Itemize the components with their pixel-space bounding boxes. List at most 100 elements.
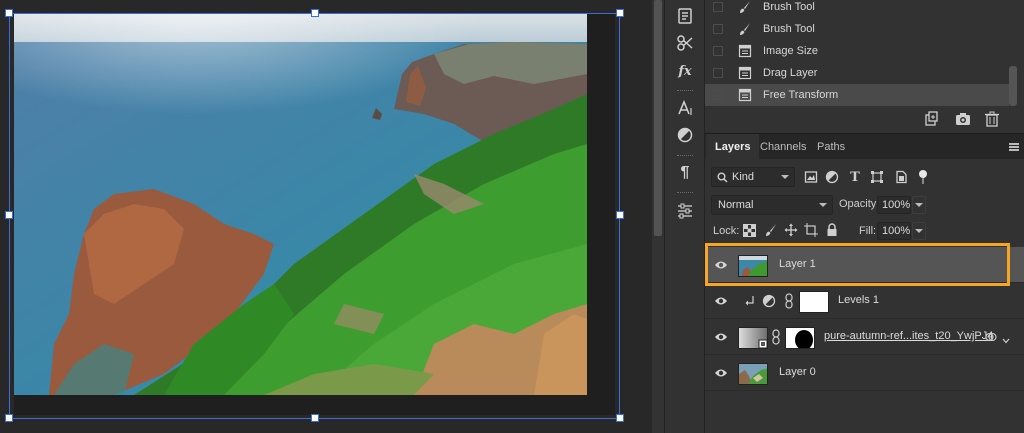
- layer-row-layer-1[interactable]: Layer 1: [705, 247, 1024, 283]
- history-snapshot-checkbox[interactable]: [713, 90, 723, 100]
- transform-handle-top-right[interactable]: [616, 9, 624, 17]
- document-canvas[interactable]: [0, 0, 652, 433]
- pixel-layer-filter-icon[interactable]: [803, 169, 819, 185]
- history-item-label: Drag Layer: [763, 67, 818, 79]
- fill-dropdown[interactable]: [912, 222, 926, 240]
- document-icon: [737, 87, 753, 103]
- landscape-photo[interactable]: [14, 14, 587, 395]
- smart-filter-icon[interactable]: [985, 331, 997, 343]
- history-item-label: Brush Tool: [763, 1, 815, 13]
- layer-mask-thumbnail[interactable]: [799, 291, 829, 313]
- layer-row-layer-0[interactable]: Layer 0: [705, 355, 1024, 391]
- layer-thumbnail: [738, 255, 768, 277]
- history-snapshot-checkbox[interactable]: [713, 2, 723, 12]
- history-item[interactable]: Drag Layer: [705, 62, 1009, 84]
- layer-name: pure-autumn-ref...ites_t20_YwjPJ4: [824, 330, 994, 342]
- transform-handle-bottom-right[interactable]: [616, 414, 624, 422]
- tab-channels[interactable]: Channels: [751, 134, 815, 160]
- scrollbar-thumb[interactable]: [654, 0, 662, 236]
- type-layer-filter-icon[interactable]: T: [847, 169, 863, 185]
- history-panel-icon[interactable]: [672, 3, 698, 29]
- transform-handle-right[interactable]: [616, 211, 624, 219]
- transform-handle-bottom[interactable]: [311, 414, 319, 422]
- strip-separator: [677, 90, 693, 92]
- layer-mask-thumbnail[interactable]: [785, 327, 815, 349]
- history-item-label: Brush Tool: [763, 23, 815, 35]
- styles-fx-icon[interactable]: fx: [672, 58, 698, 84]
- history-snapshot-checkbox[interactable]: [713, 24, 723, 34]
- adjustments-panel-icon[interactable]: [672, 122, 698, 148]
- character-panel-icon[interactable]: [672, 95, 698, 121]
- layer-name: Levels 1: [838, 294, 879, 306]
- eye-icon[interactable]: [714, 331, 728, 343]
- history-item[interactable]: Brush Tool: [705, 18, 1009, 40]
- lock-all-icon[interactable]: [824, 222, 840, 238]
- canvas-background-strip: [14, 395, 615, 415]
- brush-icon: [737, 21, 753, 37]
- new-document-from-state-icon[interactable]: [923, 111, 939, 127]
- clipping-mask-arrow-icon: [745, 295, 755, 307]
- transform-handle-bottom-left[interactable]: [5, 414, 13, 422]
- opacity-label: Opacity:: [839, 198, 880, 210]
- document-icon: [737, 43, 753, 59]
- tab-paths[interactable]: Paths: [808, 134, 854, 160]
- layer-name: Layer 0: [779, 366, 816, 378]
- lock-transparent-pixels-icon[interactable]: [741, 222, 757, 238]
- strip-separator: [677, 155, 693, 157]
- canvas-background: [587, 14, 615, 395]
- history-snapshot-checkbox[interactable]: [713, 46, 723, 56]
- properties-panel-icon[interactable]: [672, 198, 698, 224]
- canvas-vertical-scrollbar[interactable]: [652, 0, 664, 433]
- panel-icon-strip: fx ¶: [664, 0, 704, 433]
- fill-label: Fill:: [859, 225, 877, 237]
- adjustment-layer-filter-icon[interactable]: [824, 169, 840, 185]
- lock-label: Lock:: [713, 225, 740, 237]
- chevron-down-icon: [819, 203, 827, 207]
- layers-panel-tabs: Layers Channels Paths: [705, 133, 1024, 160]
- history-item-label: Free Transform: [763, 89, 839, 101]
- strip-separator: [677, 192, 693, 194]
- eye-icon[interactable]: [714, 295, 728, 307]
- eye-icon[interactable]: [714, 367, 728, 379]
- blend-mode-select[interactable]: Normal: [711, 195, 833, 215]
- history-item-active[interactable]: Free Transform: [705, 84, 1009, 106]
- trash-icon[interactable]: [984, 111, 1000, 127]
- layer-thumbnail: [738, 363, 768, 385]
- layer-row-smart-object[interactable]: pure-autumn-ref...ites_t20_YwjPJ4: [705, 319, 1024, 355]
- lock-artboard-icon[interactable]: [803, 222, 819, 238]
- brush-icon: [737, 0, 753, 15]
- chevron-down-icon[interactable]: [1002, 335, 1010, 347]
- chevron-down-icon: [781, 175, 789, 179]
- link-icon[interactable]: [785, 293, 793, 309]
- transform-handle-top-left[interactable]: [5, 9, 13, 17]
- link-icon[interactable]: [772, 329, 780, 345]
- opacity-input[interactable]: 100%: [877, 196, 911, 214]
- lock-position-icon[interactable]: [783, 222, 799, 238]
- filter-toggle-icon[interactable]: [919, 170, 927, 178]
- layer-name: Layer 1: [779, 258, 816, 270]
- transform-handle-left[interactable]: [5, 211, 13, 219]
- smart-object-filter-icon[interactable]: [893, 169, 909, 185]
- fill-input[interactable]: 100%: [877, 222, 911, 240]
- right-panel: Brush Tool Brush Tool Image Size Drag La…: [704, 0, 1024, 433]
- document-icon: [737, 65, 753, 81]
- opacity-dropdown[interactable]: [912, 196, 926, 214]
- layer-row-levels-1[interactable]: Levels 1: [705, 283, 1024, 319]
- history-snapshot-checkbox[interactable]: [713, 68, 723, 78]
- history-footer: [705, 108, 1024, 130]
- search-icon: [717, 172, 728, 183]
- filter-kind-value: Kind: [732, 171, 755, 183]
- panel-menu-icon[interactable]: [1009, 143, 1019, 151]
- history-scrollbar[interactable]: [1009, 66, 1017, 106]
- history-item[interactable]: Image Size: [705, 40, 1009, 62]
- transform-handle-top[interactable]: [311, 9, 319, 17]
- layer-filter-select[interactable]: Kind: [711, 167, 795, 187]
- camera-snapshot-icon[interactable]: [955, 111, 971, 127]
- eye-icon[interactable]: [714, 259, 728, 271]
- history-item[interactable]: Brush Tool: [705, 0, 1009, 18]
- lock-image-pixels-icon[interactable]: [763, 222, 779, 238]
- blend-mode-value: Normal: [718, 199, 754, 211]
- tool-presets-icon[interactable]: [672, 30, 698, 56]
- shape-layer-filter-icon[interactable]: [869, 169, 885, 185]
- paragraph-panel-icon[interactable]: ¶: [672, 160, 698, 186]
